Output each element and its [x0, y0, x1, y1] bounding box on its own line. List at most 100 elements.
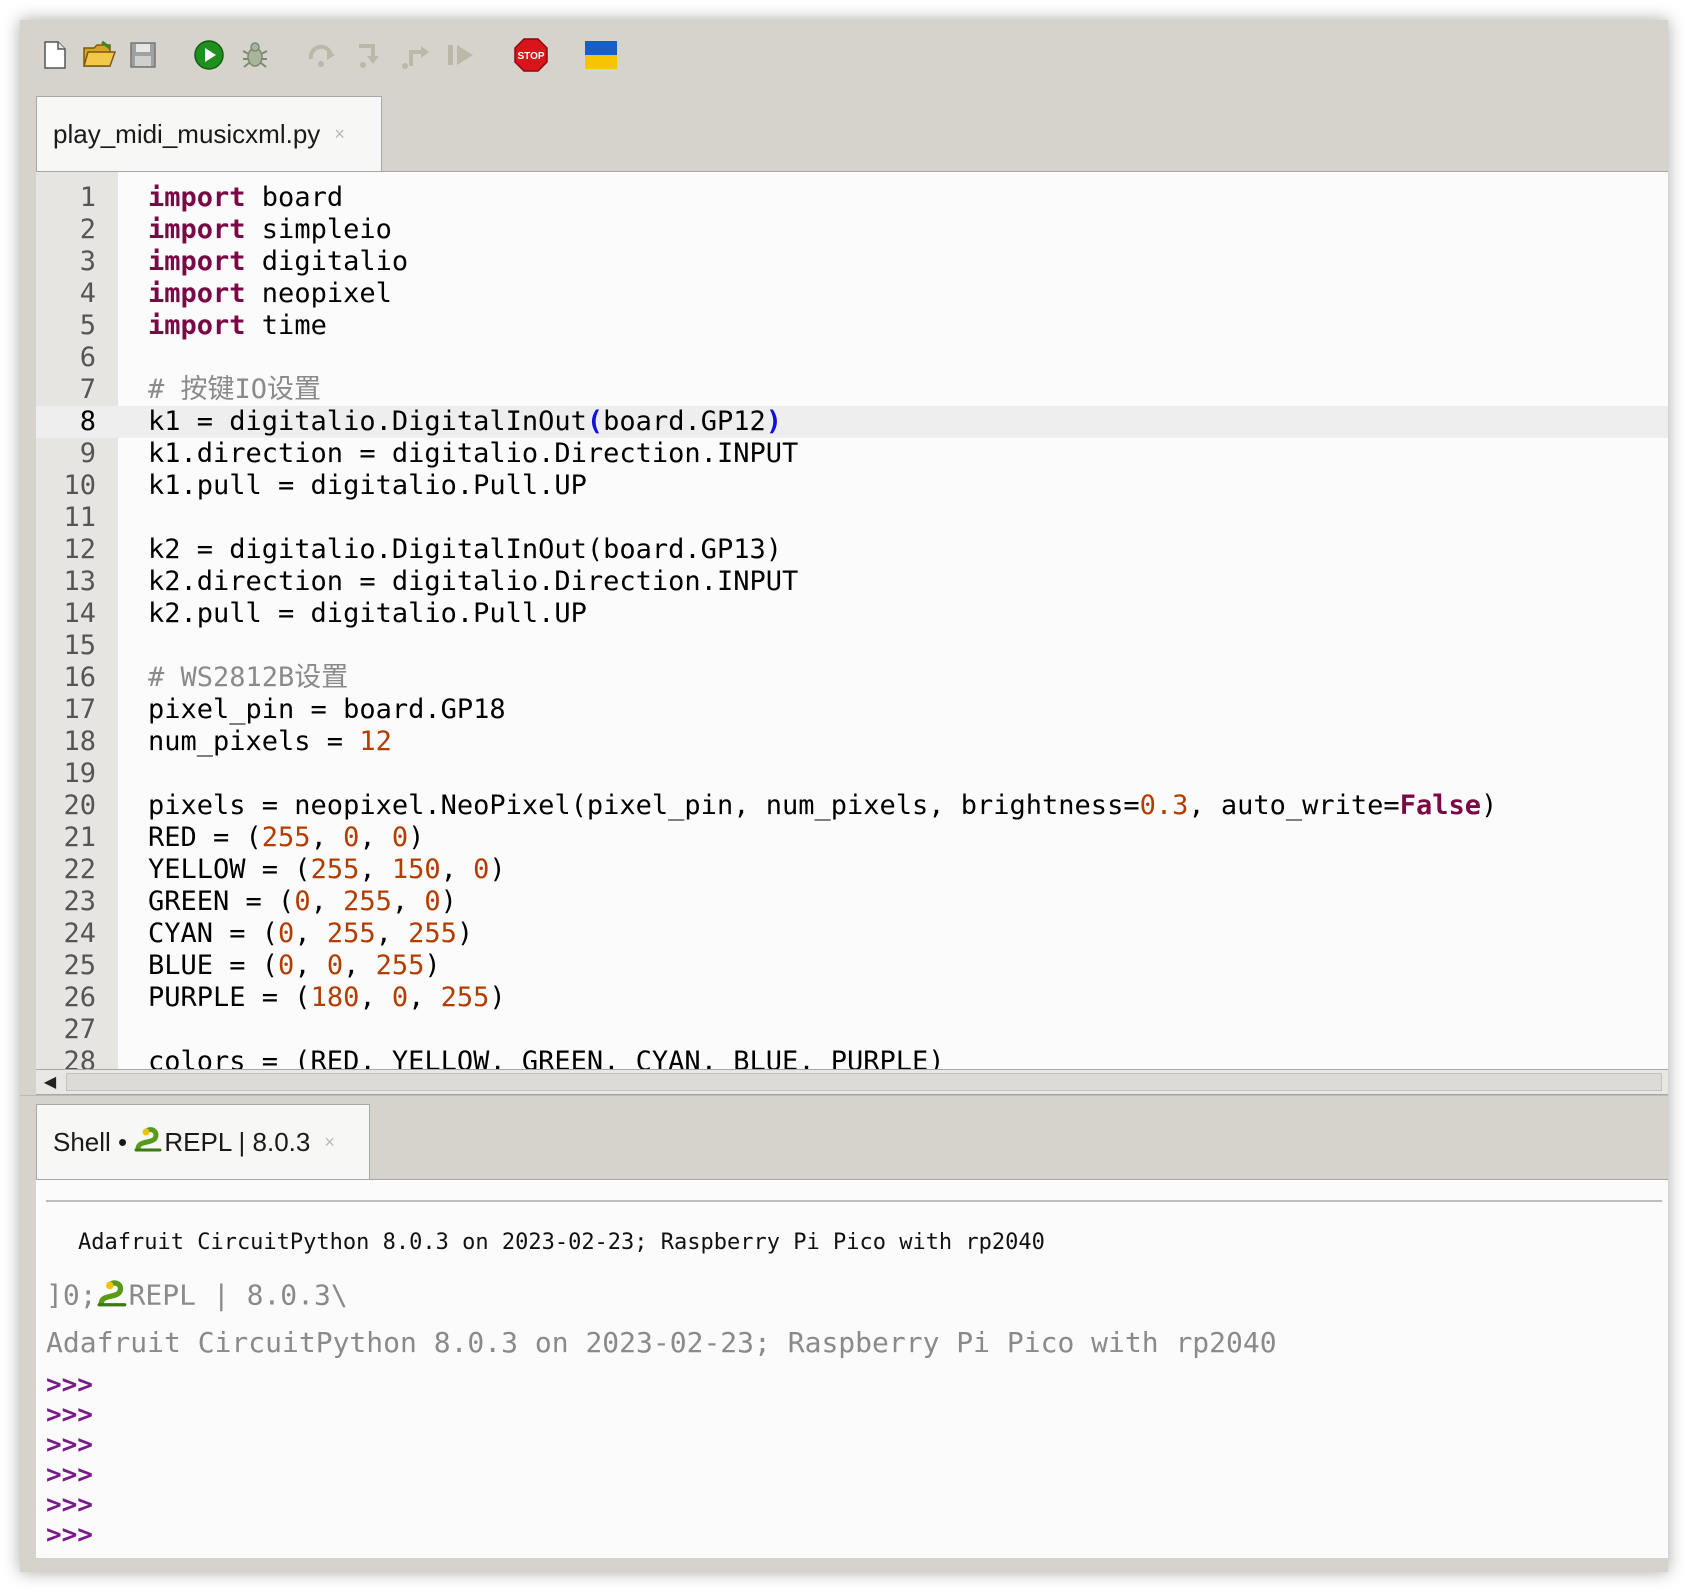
editor-horizontal-scrollbar[interactable]: ◀	[36, 1069, 1668, 1095]
line-number: 21	[63, 822, 96, 853]
stop-label: STOP	[517, 51, 544, 62]
code-line[interactable]: 15	[36, 630, 1668, 662]
shell-info-line: Adafruit CircuitPython 8.0.3 on 2023-02-…	[46, 1326, 1277, 1359]
code-line[interactable]: 19	[36, 758, 1668, 790]
code-line[interactable]: 22 YELLOW = (255, 150, 0)	[36, 854, 1668, 886]
scroll-left-icon[interactable]: ◀	[40, 1072, 60, 1092]
code-line[interactable]: 3 import digitalio	[36, 246, 1668, 278]
shell-tab-label: REPL | 8.0.3	[164, 1127, 311, 1157]
code-line[interactable]: 7 # 按键IO设置	[36, 374, 1668, 406]
code-line-text: import time	[148, 310, 327, 341]
shell-console[interactable]: Adafruit CircuitPython 8.0.3 on 2023-02-…	[36, 1179, 1668, 1558]
code-line-text: pixels = neopixel.NeoPixel(pixel_pin, nu…	[148, 790, 1498, 821]
step-into-icon[interactable]	[354, 38, 388, 72]
line-number: 7	[79, 374, 96, 405]
code-line-text: k1 = digitalio.DigitalInOut(board.GP12)	[148, 406, 782, 437]
line-number: 4	[79, 278, 96, 309]
code-line-text: num_pixels = 12	[148, 726, 392, 757]
shell-escape-line: ]0; REPL | 8.0.3\	[46, 1278, 348, 1315]
repl-prompt: >>>	[46, 1400, 93, 1430]
shell-banner: Adafruit CircuitPython 8.0.3 on 2023-02-…	[78, 1230, 1045, 1255]
code-line[interactable]: 23 GREEN = (0, 255, 0)	[36, 886, 1668, 918]
code-line[interactable]: 8 k1 = digitalio.DigitalInOut(board.GP12)	[36, 406, 1668, 438]
code-line[interactable]: 13 k2.direction = digitalio.Direction.INP…	[36, 566, 1668, 598]
code-line[interactable]: 17 pixel_pin = board.GP18	[36, 694, 1668, 726]
code-editor[interactable]: 1 import board 2 import simpleio 3 import dig…	[36, 171, 1668, 1070]
line-number: 24	[63, 918, 96, 949]
code-line[interactable]: 2 import simpleio	[36, 214, 1668, 246]
code-line[interactable]: 5 import time	[36, 310, 1668, 342]
line-number: 26	[63, 982, 96, 1013]
code-line-text: YELLOW = (255, 150, 0)	[148, 854, 506, 885]
line-number: 8	[79, 406, 96, 437]
new-file-icon[interactable]	[38, 38, 72, 72]
tab-shell[interactable]: Shell • REPL | 8.0.3 ×	[36, 1104, 370, 1180]
code-line-text: # 按键IO设置	[148, 374, 322, 405]
escape-prefix: ]0;	[46, 1278, 97, 1312]
code-line[interactable]: 25 BLUE = (0, 0, 255)	[36, 950, 1668, 982]
line-number: 6	[79, 342, 96, 373]
line-number: 28	[63, 1046, 96, 1070]
line-number: 27	[63, 1014, 96, 1045]
code-line[interactable]: 12 k2 = digitalio.DigitalInOut(board.GP13…	[36, 534, 1668, 566]
code-line[interactable]: 26 PURPLE = (180, 0, 255)	[36, 982, 1668, 1014]
code-line[interactable]: 6	[36, 342, 1668, 374]
code-line-text: k2 = digitalio.DigitalInOut(board.GP13)	[148, 534, 782, 565]
code-line-text: pixel_pin = board.GP18	[148, 694, 506, 725]
repl-prompt: >>>	[46, 1460, 93, 1490]
repl-prompt: >>>	[46, 1520, 93, 1550]
tab-editor-label: play_midi_musicxml.py	[53, 119, 321, 149]
ukraine-flag-icon[interactable]	[584, 38, 618, 72]
line-number: 13	[63, 566, 96, 597]
open-folder-icon[interactable]	[82, 38, 116, 72]
code-line[interactable]: 24 CYAN = (0, 255, 255)	[36, 918, 1668, 950]
code-line-text: colors = (RED, YELLOW, GREEN, CYAN, BLUE…	[148, 1046, 945, 1070]
line-number: 11	[63, 502, 96, 533]
run-icon[interactable]	[192, 38, 226, 72]
line-number: 5	[79, 310, 96, 341]
step-out-icon[interactable]	[400, 38, 434, 72]
scrollbar-thumb[interactable]	[66, 1073, 1662, 1091]
code-line-text: import board	[148, 182, 344, 213]
line-number: 14	[63, 598, 96, 629]
thonny-window: STOP play_midi_musicxml.py × 1 import boa…	[20, 20, 1668, 1572]
code-line[interactable]: 4 import neopixel	[36, 278, 1668, 310]
code-line-text: k2.pull = digitalio.Pull.UP	[148, 598, 587, 629]
python-snake-icon	[134, 1125, 164, 1160]
line-number: 19	[63, 758, 96, 789]
code-line[interactable]: 11	[36, 502, 1668, 534]
code-area[interactable]: 1 import board 2 import simpleio 3 import dig…	[36, 182, 1668, 1070]
code-line[interactable]: 18 num_pixels = 12	[36, 726, 1668, 758]
stop-icon[interactable]: STOP	[514, 38, 548, 72]
code-line-text: import neopixel	[148, 278, 392, 309]
tab-editor-file[interactable]: play_midi_musicxml.py ×	[36, 96, 382, 172]
code-line[interactable]: 27	[36, 1014, 1668, 1046]
line-number: 20	[63, 790, 96, 821]
code-line[interactable]: 1 import board	[36, 182, 1668, 214]
line-number: 10	[63, 470, 96, 501]
resume-icon[interactable]	[444, 38, 478, 72]
code-line[interactable]: 28 colors = (RED, YELLOW, GREEN, CYAN, BL…	[36, 1046, 1668, 1070]
shell-tab-prefix: Shell •	[53, 1127, 135, 1157]
code-line-text: k2.direction = digitalio.Direction.INPUT	[148, 566, 799, 597]
code-line[interactable]: 20 pixels = neopixel.NeoPixel(pixel_pin, …	[36, 790, 1668, 822]
code-line[interactable]: 16 # WS2812B设置	[36, 662, 1668, 694]
debug-bug-icon[interactable]	[238, 38, 272, 72]
tab-close-icon[interactable]: ×	[334, 124, 345, 145]
python-snake-icon	[97, 1278, 129, 1315]
code-line[interactable]: 10 k1.pull = digitalio.Pull.UP	[36, 470, 1668, 502]
line-number: 23	[63, 886, 96, 917]
line-number: 17	[63, 694, 96, 725]
code-line-text: # WS2812B设置	[148, 662, 349, 693]
save-icon[interactable]	[126, 38, 160, 72]
line-number: 15	[63, 630, 96, 661]
code-line[interactable]: 9 k1.direction = digitalio.Direction.INPU…	[36, 438, 1668, 470]
step-over-icon[interactable]	[306, 38, 340, 72]
code-line-text: import simpleio	[148, 214, 392, 245]
code-line[interactable]: 14 k2.pull = digitalio.Pull.UP	[36, 598, 1668, 630]
code-line[interactable]: 21 RED = (255, 0, 0)	[36, 822, 1668, 854]
code-line-text: import digitalio	[148, 246, 409, 277]
tab-close-icon[interactable]: ×	[324, 1132, 335, 1153]
line-number: 18	[63, 726, 96, 757]
repl-prompt: >>>	[46, 1430, 93, 1460]
